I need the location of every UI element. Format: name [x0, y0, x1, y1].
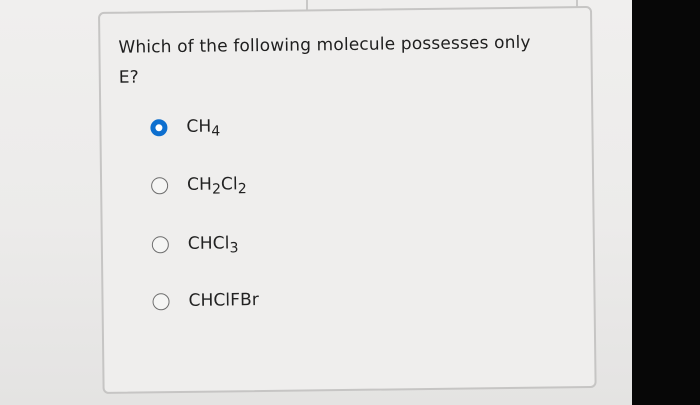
option-label: CH2Cl2 [186, 173, 247, 198]
radio-button[interactable] [152, 292, 170, 310]
option-chcl3[interactable]: CHCl3 [151, 228, 239, 259]
radio-button[interactable] [151, 176, 169, 194]
option-label: CHClFBr [188, 290, 260, 311]
screen-area: Which of the following molecule possesse… [0, 0, 632, 405]
question-text: Which of the following molecule possesse… [118, 32, 531, 88]
option-chclfbr[interactable]: CHClFBr [152, 285, 259, 316]
option-label: CH4 [186, 116, 221, 140]
option-ch2cl2[interactable]: CH2Cl2 [151, 169, 247, 200]
radio-button-selected[interactable] [150, 118, 168, 136]
radio-button[interactable] [151, 235, 169, 253]
question-card: Which of the following molecule possesse… [98, 5, 597, 394]
option-label: CHCl3 [187, 232, 239, 256]
option-ch4[interactable]: CH4 [150, 112, 220, 143]
